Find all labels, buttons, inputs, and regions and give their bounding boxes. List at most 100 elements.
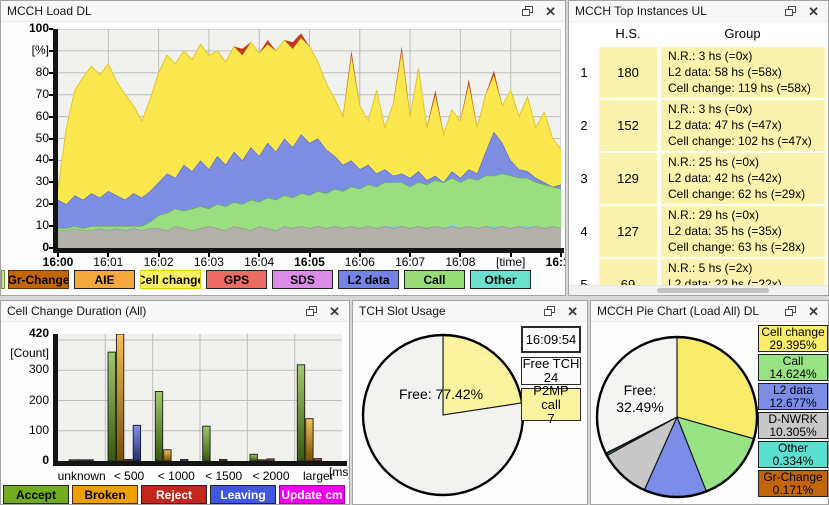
group-line: N.R.: 3 hs (=0x): [668, 48, 818, 64]
pie-legend-item-other[interactable]: Other0.334%: [758, 441, 828, 468]
legend-button-other[interactable]: Other: [470, 270, 531, 289]
close-icon[interactable]: ✕: [808, 5, 819, 18]
pie-legend-pct: 14.624%: [769, 368, 816, 381]
panel-mcch-top-instances-ul: MCCH Top Instances UL ✕ H.S. Group 1180N…: [568, 0, 829, 296]
legend-button-partial[interactable]: [1, 270, 5, 289]
pie-legend-item-call[interactable]: Call14.624%: [758, 354, 828, 381]
y-axis-label: 20: [3, 196, 49, 210]
group-line: Cell change: 63 hs (=28x): [668, 239, 818, 255]
panel-titlebar[interactable]: Cell Change Duration (All) ✕: [1, 301, 349, 322]
pie-legend-item-cell-change[interactable]: Cell change29.395%: [758, 325, 828, 352]
float-window-icon[interactable]: [522, 6, 533, 16]
x-axis-tick: [208, 253, 210, 257]
legend-button-sds[interactable]: SDS: [272, 270, 333, 289]
y-axis-label: 100: [1, 423, 49, 437]
legend-button-broken[interactable]: Broken: [72, 485, 138, 504]
table-row[interactable]: 2152N.R.: 3 hs (=0x)L2 data: 47 hs (=47x…: [569, 100, 825, 151]
row-rank: 4: [571, 206, 597, 257]
row-hs-value: 180: [599, 47, 657, 98]
x-axis-tick: [510, 253, 512, 257]
panel-titlebar[interactable]: MCCH Top Instances UL ✕: [569, 1, 828, 22]
legend-button-gr-change[interactable]: Gr-Change: [8, 270, 69, 289]
pie-legend-name: D-NWRK: [768, 413, 817, 426]
legend-button-accept[interactable]: Accept: [3, 485, 69, 504]
y-axis-label: 0: [3, 240, 49, 254]
y-axis-tick: [49, 72, 53, 74]
row-hs-value: 129: [599, 153, 657, 204]
legend-button-l2-data[interactable]: L2 data: [338, 270, 399, 289]
panel-title: MCCH Load DL: [7, 4, 522, 18]
pie-legend-item-d-nwrk[interactable]: D-NWRK10.305%: [758, 412, 828, 439]
y-axis-tick: [49, 138, 53, 140]
legend-button-aie[interactable]: AIE: [74, 270, 135, 289]
panel-title: MCCH Top Instances UL: [575, 4, 785, 18]
x-axis-tick: [459, 253, 461, 257]
x-axis-tick: [560, 253, 562, 257]
y-axis-label: 420: [1, 326, 49, 340]
y-axis: [53, 334, 58, 466]
load-legend: Gr-Change AIE Cell change GPS SDS L2 data Call…: [8, 270, 561, 289]
panel-mcch-load-dl: MCCH Load DL ✕ 100[%]8070605040302010016…: [0, 0, 566, 296]
mcch-pie-chart-area: Free: 32.49% Cell change29.395%Call14.62…: [591, 322, 828, 504]
float-window-icon[interactable]: [544, 306, 555, 316]
pie-legend-name: Call: [783, 355, 804, 368]
pie-legend-name: Cell change: [761, 326, 824, 339]
pie-legend-item-gr-change[interactable]: Gr-Change0.171%: [758, 470, 828, 497]
x-axis-tick: [57, 253, 59, 257]
x-axis-label: 16:07: [386, 255, 434, 269]
pie-legend-pct: 10.305%: [769, 426, 816, 439]
y-axis-label: 40: [3, 152, 49, 166]
close-icon[interactable]: ✕: [808, 305, 819, 318]
p2mp-call-value: 7: [547, 412, 554, 426]
float-window-icon[interactable]: [785, 6, 796, 16]
y-axis-label: 100: [3, 22, 49, 35]
x-axis-tick: [107, 253, 109, 257]
close-icon[interactable]: ✕: [329, 305, 340, 318]
scrollbar-thumb[interactable]: [657, 288, 769, 293]
x-axis-label: < 1500: [198, 469, 250, 483]
table-row[interactable]: 4127N.R.: 29 hs (=0x)L2 data: 35 hs (=35…: [569, 206, 825, 257]
row-rank: 1: [571, 47, 597, 98]
float-window-icon[interactable]: [785, 306, 796, 316]
group-line: N.R.: 5 hs (=2x): [668, 260, 818, 276]
panel-titlebar[interactable]: MCCH Load DL ✕: [1, 1, 565, 22]
float-window-icon[interactable]: [306, 306, 317, 316]
group-line: N.R.: 29 hs (=0x): [668, 207, 818, 223]
panel-titlebar[interactable]: TCH Slot Usage ✕: [353, 301, 587, 322]
panel-titlebar[interactable]: MCCH Pie Chart (Load All) DL ✕: [591, 301, 828, 322]
x-axis-label: 16:05: [286, 255, 334, 269]
legend-button-gps[interactable]: GPS: [206, 270, 267, 289]
x-axis-tick: [158, 253, 160, 257]
pie-legend-item-l2-data[interactable]: L2 data12.677%: [758, 383, 828, 410]
x-axis-label: 16:02: [135, 255, 183, 269]
y-axis-label: 60: [3, 109, 49, 123]
time-box: 16:09:54: [521, 326, 581, 353]
close-icon[interactable]: ✕: [567, 305, 578, 318]
p2mp-call-label: P2MP call: [522, 384, 580, 412]
y-axis-label: 50: [3, 131, 49, 145]
y-axis-tick: [49, 94, 53, 96]
y-axis-label: 0: [1, 453, 49, 467]
table-row[interactable]: 3129N.R.: 25 hs (=0x)L2 data: 42 hs (=42…: [569, 153, 825, 204]
panel-tch-slot-usage: TCH Slot Usage ✕ Free: 77.42% 16:09:54 F…: [352, 300, 588, 505]
free-tch-box: Free TCH 24: [521, 357, 581, 385]
table-row[interactable]: 569N.R.: 5 hs (=2x)L2 data: 22 hs (=22x): [569, 259, 825, 287]
legend-button-reject[interactable]: Reject: [141, 485, 207, 504]
duration-chart-area: 420[Count]3002001000unknown< 500< 1000< …: [1, 322, 349, 504]
table-row[interactable]: 1180N.R.: 3 hs (=0x)L2 data: 58 hs (=58x…: [569, 47, 825, 98]
x-axis-label: < 1000: [150, 469, 202, 483]
horizontal-scrollbar[interactable]: [569, 285, 828, 295]
close-icon[interactable]: ✕: [545, 5, 556, 18]
pie-free-label: Free: 77.42%: [375, 386, 507, 402]
group-line: Cell change: 62 hs (=29x): [668, 186, 818, 202]
legend-button-update-cm[interactable]: Update cm: [279, 485, 345, 504]
row-rank: 5: [571, 259, 597, 287]
legend-button-leaving[interactable]: Leaving: [210, 485, 276, 504]
table-rows: 1180N.R.: 3 hs (=0x)L2 data: 58 hs (=58x…: [569, 47, 828, 287]
y-axis-label: 200: [1, 393, 49, 407]
legend-button-call[interactable]: Call: [404, 270, 465, 289]
p2mp-call-box: P2MP call 7: [521, 388, 581, 421]
legend-button-cell-change[interactable]: Cell change: [140, 270, 201, 289]
dashboard-root: { "panels": { "load": { "title": "MCCH L…: [0, 0, 829, 505]
y-axis-label: 70: [3, 87, 49, 101]
